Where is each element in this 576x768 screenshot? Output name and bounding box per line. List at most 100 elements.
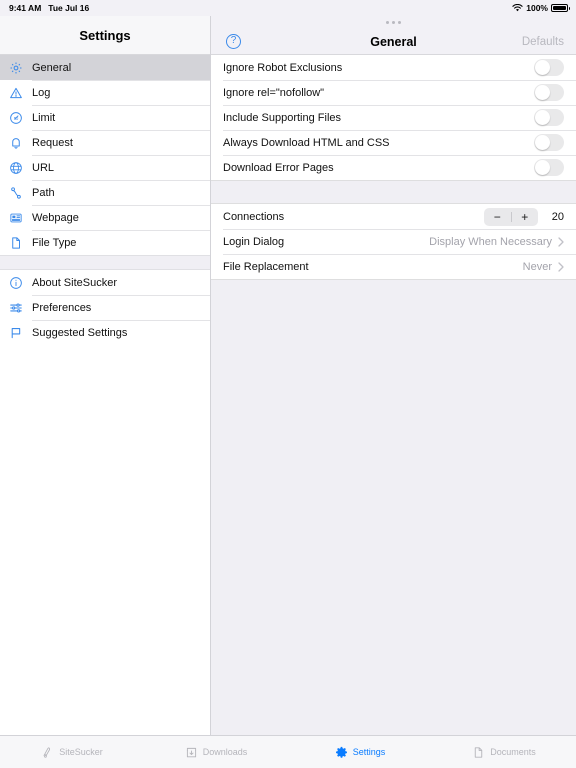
- setting-control: [534, 84, 564, 101]
- sidebar-item-suggested-settings[interactable]: Suggested Settings: [0, 320, 210, 345]
- toggle-switch[interactable]: [534, 59, 564, 76]
- sidebar-item-webpage[interactable]: Webpage: [0, 205, 210, 230]
- sidebar-item-label: Log: [32, 86, 51, 99]
- svg-text:50: 50: [14, 115, 19, 120]
- sidebar-item-path[interactable]: Path: [0, 180, 210, 205]
- setting-row-connections[interactable]: Connections − + 20: [211, 204, 576, 229]
- sidebar-item-label: Path: [32, 186, 55, 199]
- settings-list[interactable]: Ignore Robot Exclusions Ignore rel="nofo…: [211, 55, 576, 735]
- gear-icon: [9, 61, 32, 75]
- setting-label: Connections: [223, 210, 285, 223]
- group-spacer: [211, 181, 576, 203]
- app-screen: 9:41 AM Tue Jul 16 100% Settings General…: [0, 0, 576, 768]
- webpage-icon: [9, 211, 32, 225]
- sidebar-scroll[interactable]: General Log 50 Limit Request URL Path We…: [0, 55, 210, 768]
- setting-control: − + 20: [484, 207, 564, 226]
- document-icon: [472, 746, 485, 759]
- sidebar: Settings General Log 50 Limit Request UR…: [0, 16, 211, 768]
- setting-label: Ignore rel="nofollow": [223, 86, 325, 99]
- tab-label: SiteSucker: [59, 747, 103, 757]
- multitasking-handle-icon[interactable]: [211, 16, 576, 29]
- tab-label: Settings: [352, 747, 386, 757]
- tab-label: Documents: [490, 747, 536, 757]
- sidebar-item-label: File Type: [32, 236, 77, 249]
- sliders-icon: [9, 301, 32, 315]
- sidebar-title: Settings: [0, 16, 210, 55]
- speedometer-icon: 50: [9, 111, 32, 125]
- split-view: Settings General Log 50 Limit Request UR…: [0, 16, 576, 768]
- gear-icon: [335, 746, 348, 759]
- detail-pane: ? General Defaults Ignore Robot Exclusio…: [211, 16, 576, 735]
- chevron-right-icon: [558, 236, 564, 247]
- connection-group: Connections − + 20 Login Dialog Display …: [211, 203, 576, 280]
- sidebar-item-label: Suggested Settings: [32, 326, 128, 339]
- setting-label: Always Download HTML and CSS: [223, 136, 390, 149]
- warning-triangle-icon: [9, 86, 32, 100]
- sidebar-item-file-type[interactable]: File Type: [0, 230, 210, 255]
- setting-value: Display When Necessary: [429, 235, 552, 248]
- flag-icon: [9, 326, 32, 340]
- sidebar-item-label: Webpage: [32, 211, 79, 224]
- tab-bar: SiteSucker Downloads Settings Documents: [0, 735, 576, 768]
- document-icon: [9, 236, 32, 250]
- sidebar-item-about-sitesucker[interactable]: About SiteSucker: [0, 270, 210, 295]
- setting-row-download-error-pages[interactable]: Download Error Pages: [211, 155, 576, 180]
- setting-control: Never: [523, 261, 564, 273]
- sidebar-item-label: URL: [32, 161, 55, 174]
- status-time: 9:41 AM: [9, 3, 42, 13]
- setting-label: Login Dialog: [223, 235, 285, 248]
- globe-icon: [9, 161, 32, 175]
- stepper-decrement-button[interactable]: −: [484, 208, 511, 226]
- sidebar-item-label: Limit: [32, 111, 56, 124]
- toggle-switch[interactable]: [534, 84, 564, 101]
- setting-row-always-download-html-and-css[interactable]: Always Download HTML and CSS: [211, 130, 576, 155]
- toggle-switch[interactable]: [534, 159, 564, 176]
- download-box-icon: [185, 746, 198, 759]
- sidebar-item-limit[interactable]: 50 Limit: [0, 105, 210, 130]
- status-date: Tue Jul 16: [48, 3, 90, 13]
- defaults-button[interactable]: Defaults: [522, 36, 564, 48]
- path-nodes-icon: [9, 186, 32, 200]
- tab-sitesucker[interactable]: SiteSucker: [0, 746, 144, 759]
- tab-label: Downloads: [202, 747, 248, 757]
- status-bar-right: 100%: [512, 3, 570, 13]
- setting-control: [534, 59, 564, 76]
- wifi-icon: [512, 4, 523, 12]
- setting-label: File Replacement: [223, 260, 309, 273]
- setting-label: Download Error Pages: [223, 161, 334, 174]
- toggles-group: Ignore Robot Exclusions Ignore rel="nofo…: [211, 55, 576, 181]
- setting-row-ignore-robot-exclusions[interactable]: Ignore Robot Exclusions: [211, 55, 576, 80]
- help-icon[interactable]: ?: [226, 34, 241, 49]
- toggle-switch[interactable]: [534, 109, 564, 126]
- setting-row-ignore-nofollow[interactable]: Ignore rel="nofollow": [211, 80, 576, 105]
- sidebar-item-general[interactable]: General: [0, 55, 210, 80]
- sidebar-item-log[interactable]: Log: [0, 80, 210, 105]
- setting-control: [534, 159, 564, 176]
- sidebar-item-label: Request: [32, 136, 73, 149]
- sidebar-group-primary: General Log 50 Limit Request URL Path We…: [0, 55, 210, 255]
- setting-control: [534, 134, 564, 151]
- tab-downloads[interactable]: Downloads: [144, 746, 288, 759]
- connections-value: 20: [551, 210, 564, 223]
- setting-row-login-dialog[interactable]: Login Dialog Display When Necessary: [211, 229, 576, 254]
- tab-documents[interactable]: Documents: [432, 746, 576, 759]
- battery-percent: 100%: [526, 3, 548, 13]
- battery-full-icon: [551, 4, 570, 12]
- sidebar-item-label: Preferences: [32, 301, 92, 314]
- sidebar-group-secondary: About SiteSucker Preferences Suggested S…: [0, 270, 210, 345]
- tab-settings[interactable]: Settings: [288, 746, 432, 759]
- setting-control: [534, 109, 564, 126]
- sidebar-item-preferences[interactable]: Preferences: [0, 295, 210, 320]
- sidebar-item-request[interactable]: Request: [0, 130, 210, 155]
- setting-row-file-replacement[interactable]: File Replacement Never: [211, 254, 576, 279]
- setting-row-include-supporting-files[interactable]: Include Supporting Files: [211, 105, 576, 130]
- setting-label: Ignore Robot Exclusions: [223, 61, 343, 74]
- connections-stepper[interactable]: − +: [484, 207, 539, 226]
- sidebar-item-url[interactable]: URL: [0, 155, 210, 180]
- info-circle-icon: [9, 276, 32, 290]
- setting-label: Include Supporting Files: [223, 111, 342, 124]
- toggle-switch[interactable]: [534, 134, 564, 151]
- stepper-increment-button[interactable]: +: [512, 208, 539, 226]
- setting-value: Never: [522, 260, 552, 273]
- navigation-bar: ? General Defaults: [211, 29, 576, 55]
